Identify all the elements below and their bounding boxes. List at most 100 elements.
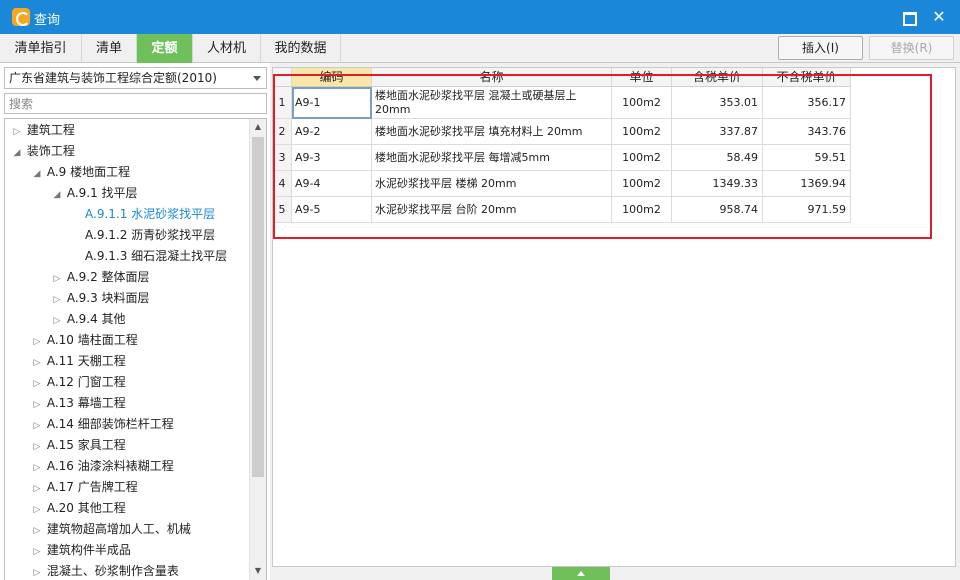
tab-bill[interactable]: 清单 <box>82 34 137 63</box>
expand-arrow-icon[interactable]: ▷ <box>31 500 43 521</box>
tree-node[interactable]: ▷ A.12 门窗工程 <box>31 372 126 393</box>
window-title: 查询 <box>34 13 61 28</box>
tree-node[interactable]: ▷ A.17 广告牌工程 <box>31 477 138 498</box>
tree-node[interactable]: ▷ 建筑工程 <box>11 120 75 141</box>
cell-code[interactable]: A9-4 <box>292 171 372 197</box>
cell-tax-price[interactable]: 353.01 <box>672 87 763 119</box>
cell-tax-price[interactable]: 958.74 <box>672 197 763 223</box>
collapse-arrow-icon[interactable]: ◢ <box>51 185 63 206</box>
tree-node[interactable]: ◢ A.9 楼地面工程 <box>31 162 131 185</box>
expand-arrow-icon[interactable]: ▷ <box>31 479 43 500</box>
tab-bar: 清单指引 清单 定额 人材机 我的数据 插入(I) 替换(R) <box>0 34 960 63</box>
close-icon[interactable]: ✕ <box>928 6 950 28</box>
cell-notax-price[interactable]: 343.76 <box>763 119 851 145</box>
expand-arrow-icon[interactable]: ▷ <box>31 521 43 542</box>
expand-arrow-icon[interactable]: ▷ <box>31 374 43 395</box>
replace-button[interactable]: 替换(R) <box>869 36 954 60</box>
tree-node[interactable]: ▷ A.11 天棚工程 <box>31 351 126 372</box>
column-header-notax-price[interactable]: 不含税单价 <box>763 68 851 87</box>
tree-node[interactable]: ▷ A.9.3 块料面层 <box>51 288 150 309</box>
tree-node[interactable]: ▷ A.9.4 其他 <box>51 309 126 330</box>
tree-scrollbar[interactable]: ▲ ▼ <box>249 119 266 580</box>
expand-arrow-icon[interactable]: ▷ <box>31 416 43 437</box>
cell-notax-price[interactable]: 1369.94 <box>763 171 851 197</box>
cell-unit[interactable]: 100m2 <box>612 87 672 119</box>
expand-panel-handle[interactable] <box>552 567 610 580</box>
tree-node[interactable]: ▷ A.13 幕墙工程 <box>31 393 126 414</box>
cell-name[interactable]: 水泥砂浆找平层 台阶 20mm <box>372 197 612 223</box>
row-number: 4 <box>273 171 292 197</box>
tree-node[interactable]: ▷ 建筑物超高增加人工、机械 <box>31 519 191 540</box>
quota-library-select[interactable]: 广东省建筑与装饰工程综合定额(2010) <box>4 67 267 89</box>
cell-unit[interactable]: 100m2 <box>612 197 672 223</box>
cell-name[interactable]: 楼地面水泥砂浆找平层 每增减5mm <box>372 145 612 171</box>
cell-unit[interactable]: 100m2 <box>612 145 672 171</box>
cell-code[interactable]: A9-1 <box>292 87 372 119</box>
expand-arrow-icon[interactable]: ▷ <box>31 542 43 563</box>
cell-tax-price[interactable]: 58.49 <box>672 145 763 171</box>
cell-notax-price[interactable]: 59.51 <box>763 145 851 171</box>
tree-node[interactable]: ▷ A.9.2 整体面层 <box>51 267 150 288</box>
scroll-up-icon[interactable]: ▲ <box>250 119 266 135</box>
expand-arrow-icon[interactable]: ▷ <box>31 332 43 353</box>
cell-tax-price[interactable]: 1349.33 <box>672 171 763 197</box>
maximize-icon[interactable] <box>897 6 919 28</box>
tab-quota[interactable]: 定额 <box>137 34 193 63</box>
expand-arrow-icon[interactable]: ▷ <box>51 269 63 290</box>
title-bar: 查询 ✕ <box>0 0 960 34</box>
expand-arrow-icon[interactable]: ▷ <box>51 311 63 332</box>
row-number: 5 <box>273 197 292 223</box>
column-header-name[interactable]: 名称 <box>372 68 612 87</box>
tree-node[interactable]: ▷ 建筑构件半成品 <box>31 540 131 561</box>
tree-node[interactable]: ▷ A.10 墙柱面工程 <box>31 330 138 351</box>
tree-node-selected[interactable]: A.9.1.1 水泥砂浆找平层 <box>85 204 215 225</box>
tree-node[interactable]: A.9.1.3 细石混凝土找平层 <box>85 246 227 267</box>
row-number: 1 <box>273 87 292 119</box>
chevron-down-icon <box>253 76 261 81</box>
column-header-tax-price[interactable]: 含税单价 <box>672 68 763 87</box>
expand-arrow-icon[interactable]: ▷ <box>31 563 43 580</box>
cell-name[interactable]: 楼地面水泥砂浆找平层 填充材料上 20mm <box>372 119 612 145</box>
cell-notax-price[interactable]: 356.17 <box>763 87 851 119</box>
expand-arrow-icon[interactable]: ▷ <box>11 122 23 143</box>
row-number-header <box>273 68 292 87</box>
cell-name[interactable]: 楼地面水泥砂浆找平层 混凝土或硬基层上 20mm <box>372 87 612 119</box>
expand-arrow-icon[interactable]: ▷ <box>31 437 43 458</box>
app-icon <box>12 8 30 26</box>
tab-labor-material-machine[interactable]: 人材机 <box>193 34 261 63</box>
expand-arrow-icon[interactable]: ▷ <box>31 395 43 416</box>
right-panel: 编码 名称 单位 含税单价 不含税单价 1 A9-1 楼地面水泥砂浆找平层 混凝… <box>270 63 960 580</box>
tab-bill-guide[interactable]: 清单指引 <box>0 34 82 63</box>
tree-node[interactable]: A.9.1.2 沥青砂浆找平层 <box>85 225 215 246</box>
search-input[interactable] <box>4 93 267 114</box>
collapse-arrow-icon[interactable]: ◢ <box>11 143 23 164</box>
scroll-down-icon[interactable]: ▼ <box>250 563 266 579</box>
tree-node[interactable]: ▷ A.20 其他工程 <box>31 498 126 519</box>
cell-unit[interactable]: 100m2 <box>612 119 672 145</box>
quota-library-value: 广东省建筑与装饰工程综合定额(2010) <box>9 71 217 85</box>
tree-node[interactable]: ▷ 混凝土、砂浆制作含量表 <box>31 561 179 580</box>
insert-button[interactable]: 插入(I) <box>778 36 863 60</box>
expand-arrow-icon[interactable]: ▷ <box>31 458 43 479</box>
left-panel: 广东省建筑与装饰工程综合定额(2010) ▷ 建筑工程 ◢ 装饰工程 ◢ A.9… <box>0 63 268 580</box>
cell-code[interactable]: A9-3 <box>292 145 372 171</box>
collapse-arrow-icon[interactable]: ◢ <box>31 164 43 185</box>
cell-notax-price[interactable]: 971.59 <box>763 197 851 223</box>
cell-name[interactable]: 水泥砂浆找平层 楼梯 20mm <box>372 171 612 197</box>
tree-node[interactable]: ▷ A.16 油漆涂料裱糊工程 <box>31 456 174 477</box>
expand-arrow-icon[interactable]: ▷ <box>51 290 63 311</box>
tree-node[interactable]: ◢ A.9.1 找平层 <box>51 183 138 204</box>
tree-node[interactable]: ▷ A.15 家具工程 <box>31 435 126 456</box>
cell-code[interactable]: A9-2 <box>292 119 372 145</box>
scroll-thumb[interactable] <box>252 137 264 477</box>
expand-arrow-icon[interactable]: ▷ <box>31 353 43 374</box>
row-number: 3 <box>273 145 292 171</box>
cell-code[interactable]: A9-5 <box>292 197 372 223</box>
column-header-code[interactable]: 编码 <box>292 68 372 87</box>
column-header-unit[interactable]: 单位 <box>612 68 672 87</box>
cell-unit[interactable]: 100m2 <box>612 171 672 197</box>
tree-node[interactable]: ◢ 装饰工程 <box>11 141 75 162</box>
cell-tax-price[interactable]: 337.87 <box>672 119 763 145</box>
tab-my-data[interactable]: 我的数据 <box>261 34 341 63</box>
tree-node[interactable]: ▷ A.14 细部装饰栏杆工程 <box>31 414 174 435</box>
